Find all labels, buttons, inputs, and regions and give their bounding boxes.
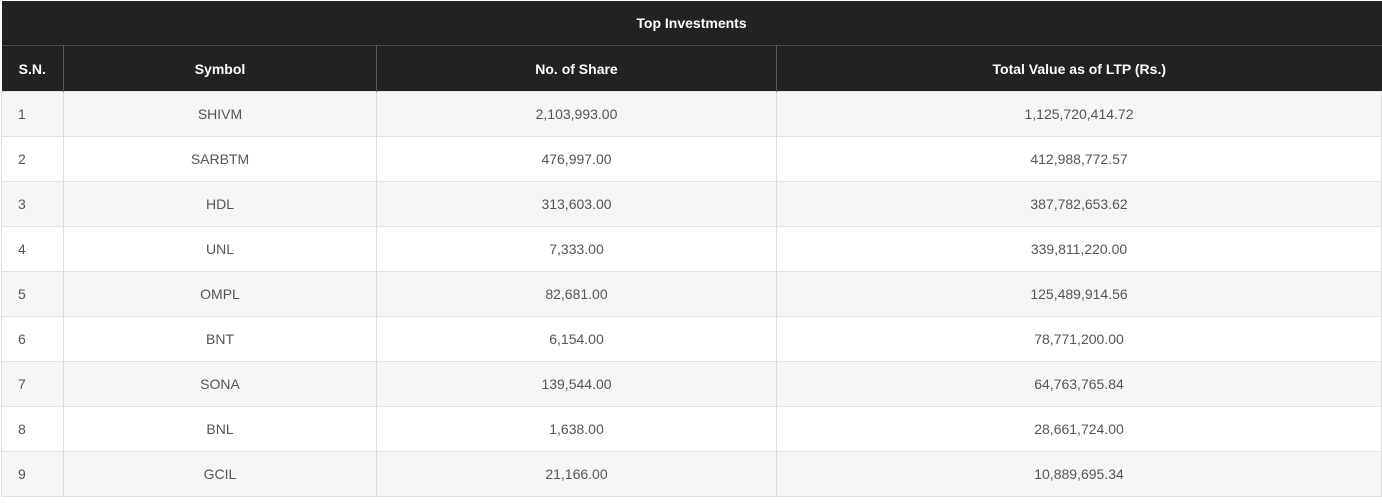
cell-shares: 2,103,993.00	[376, 91, 777, 137]
cell-sn: 3	[1, 181, 64, 227]
table-row: 5 OMPL 82,681.00 125,489,914.56	[1, 271, 1382, 317]
table-row: 6 BNT 6,154.00 78,771,200.00	[1, 316, 1382, 362]
cell-value: 64,763,765.84	[775, 361, 1382, 407]
cell-shares: 82,681.00	[376, 271, 777, 317]
cell-value: 10,889,695.34	[775, 451, 1382, 497]
cell-value: 78,771,200.00	[775, 316, 1382, 362]
cell-symbol: GCIL	[63, 451, 377, 497]
cell-shares: 476,997.00	[376, 136, 777, 182]
cell-sn: 5	[1, 271, 64, 317]
cell-symbol: SONA	[63, 361, 377, 407]
cell-value: 339,811,220.00	[775, 226, 1382, 272]
header-symbol: Symbol	[63, 45, 377, 92]
cell-shares: 139,544.00	[376, 361, 777, 407]
cell-symbol: BNL	[63, 406, 377, 452]
cell-value: 125,489,914.56	[775, 271, 1382, 317]
header-shares: No. of Share	[376, 45, 777, 92]
cell-symbol: SHIVM	[63, 91, 377, 137]
cell-sn: 2	[1, 136, 64, 182]
table-row: 2 SARBTM 476,997.00 412,988,772.57	[1, 136, 1382, 182]
cell-shares: 1,638.00	[376, 406, 777, 452]
table-title-row: Top Investments	[1, 1, 1382, 46]
cell-shares: 6,154.00	[376, 316, 777, 362]
cell-shares: 21,166.00	[376, 451, 777, 497]
cell-symbol: HDL	[63, 181, 377, 227]
header-sn: S.N.	[1, 45, 64, 92]
cell-sn: 8	[1, 406, 64, 452]
table-title: Top Investments	[1, 1, 1382, 46]
table-row: 7 SONA 139,544.00 64,763,765.84	[1, 361, 1382, 407]
cell-sn: 1	[1, 91, 64, 137]
cell-sn: 4	[1, 226, 64, 272]
cell-value: 1,125,720,414.72	[775, 91, 1382, 137]
cell-sn: 6	[1, 316, 64, 362]
cell-symbol: OMPL	[63, 271, 377, 317]
cell-sn: 7	[1, 361, 64, 407]
top-investments-panel: Top Investments S.N. Symbol No. of Share…	[1, 1, 1382, 497]
cell-value: 28,661,724.00	[775, 406, 1382, 452]
cell-shares: 313,603.00	[376, 181, 777, 227]
table-row: 3 HDL 313,603.00 387,782,653.62	[1, 181, 1382, 227]
cell-value: 387,782,653.62	[775, 181, 1382, 227]
cell-symbol: SARBTM	[63, 136, 377, 182]
table-row: 4 UNL 7,333.00 339,811,220.00	[1, 226, 1382, 272]
cell-symbol: UNL	[63, 226, 377, 272]
cell-value: 412,988,772.57	[775, 136, 1382, 182]
top-investments-table: Top Investments S.N. Symbol No. of Share…	[1, 1, 1382, 497]
table-row: 9 GCIL 21,166.00 10,889,695.34	[1, 451, 1382, 497]
cell-symbol: BNT	[63, 316, 377, 362]
table-row: 8 BNL 1,638.00 28,661,724.00	[1, 406, 1382, 452]
table-header-row: S.N. Symbol No. of Share Total Value as …	[1, 45, 1382, 92]
table-row: 1 SHIVM 2,103,993.00 1,125,720,414.72	[1, 91, 1382, 137]
cell-shares: 7,333.00	[376, 226, 777, 272]
header-value: Total Value as of LTP (Rs.)	[775, 45, 1382, 92]
cell-sn: 9	[1, 451, 64, 497]
